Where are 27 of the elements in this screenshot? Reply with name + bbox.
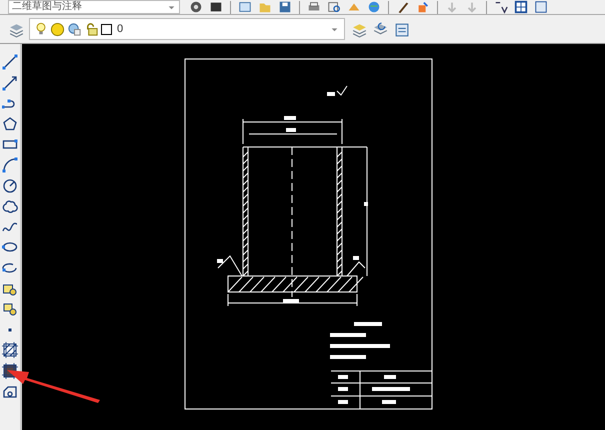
save-icon[interactable] xyxy=(277,0,293,14)
hatch-icon[interactable] xyxy=(2,342,18,358)
globe-icon[interactable] xyxy=(366,0,382,14)
arc-icon[interactable] xyxy=(2,156,18,173)
make-block-icon[interactable] xyxy=(2,301,18,318)
preview-icon[interactable] xyxy=(326,0,342,14)
cloud-icon[interactable] xyxy=(2,198,18,214)
layer-states-icon[interactable] xyxy=(393,20,410,38)
list-icon[interactable] xyxy=(533,0,549,14)
pentagon-icon[interactable] xyxy=(2,116,18,132)
gear-icon[interactable] xyxy=(188,0,204,14)
monitor-icon[interactable] xyxy=(208,0,224,14)
line-icon[interactable] xyxy=(2,54,18,70)
color-swatch xyxy=(101,24,112,34)
ray-icon[interactable] xyxy=(2,74,18,91)
layer-dropdown[interactable]: 0 xyxy=(29,18,345,40)
sun-icon xyxy=(50,22,65,36)
grid-icon[interactable] xyxy=(513,0,529,14)
lightbulb-icon xyxy=(34,21,48,37)
pointer-arrow-icon xyxy=(5,368,100,403)
workspace-dropdown[interactable]: 二维草图与注释 xyxy=(8,0,180,14)
circle-icon[interactable] xyxy=(2,178,18,194)
viewport-icon xyxy=(67,22,82,36)
layer-name: 0 xyxy=(117,23,124,35)
region-icon[interactable] xyxy=(2,384,18,400)
window-icon[interactable] xyxy=(237,0,253,14)
padlock-icon xyxy=(84,22,99,36)
